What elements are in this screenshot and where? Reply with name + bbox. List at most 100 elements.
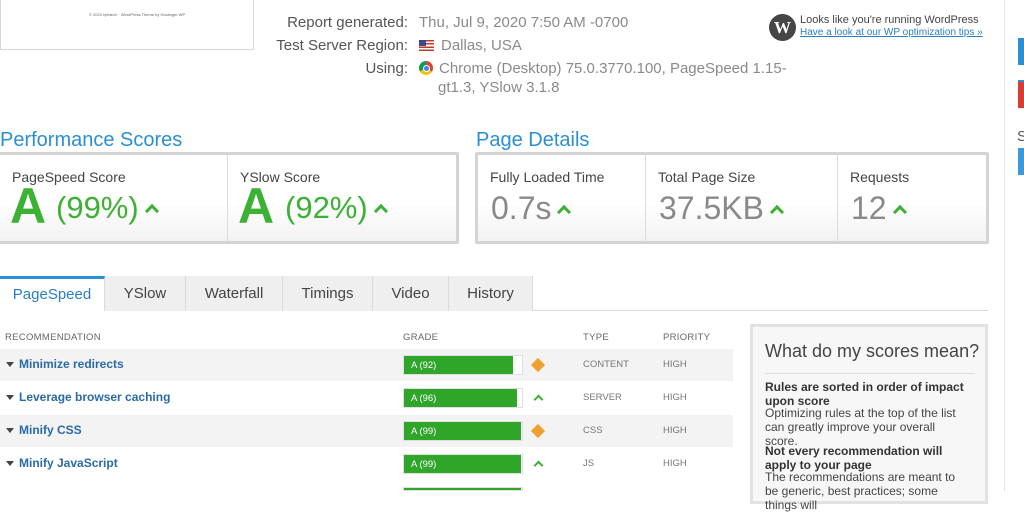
grade-label: A (96): [411, 393, 437, 404]
tab-pagespeed[interactable]: PageSpeed: [0, 276, 105, 311]
page-size-value-wrap: 37.5KB: [659, 189, 785, 227]
grade-label: A (99): [411, 426, 437, 437]
grade-bar: A (96): [403, 388, 523, 408]
help-point-1-title: Rules are sorted in order of impact upon…: [765, 380, 964, 408]
col-header-priority: PRIORITY: [663, 332, 711, 343]
arrow-up-icon: [892, 204, 907, 220]
page-details-title: Page Details: [476, 129, 590, 151]
grade-label: A (99): [411, 459, 437, 470]
requests-label: Requests: [850, 169, 910, 185]
fully-loaded-cell: Fully Loaded Time 0.7s: [478, 155, 644, 241]
requests-value: 12: [851, 190, 887, 226]
tab-waterfall[interactable]: Waterfall: [186, 276, 283, 311]
help-point-1-text: Optimizing rules at the top of the list …: [765, 406, 956, 448]
arrow-up-icon: [373, 203, 388, 219]
page-size-label: Total Page Size: [658, 169, 756, 185]
grade-bar: A (92): [403, 355, 523, 375]
expand-arrow-icon[interactable]: [6, 395, 14, 400]
region-value-wrap: Dallas, USA: [419, 37, 522, 54]
sidebar-divider: [1004, 0, 1005, 491]
table-row[interactable]: Minify JavaScript A (99) JS HIGH: [0, 448, 733, 480]
recommendation-priority: HIGH: [663, 359, 687, 370]
recommendation-type: SERVER: [583, 392, 622, 403]
tab-yslow[interactable]: YSlow: [105, 276, 186, 311]
recommendation-priority: HIGH: [663, 458, 687, 469]
side-share-button[interactable]: [1018, 38, 1024, 65]
trend-neutral-icon: [530, 423, 546, 439]
region-label: Test Server Region:: [276, 37, 408, 54]
chrome-icon: [419, 61, 433, 75]
help-point-2-text: The recommendations are meant to be gene…: [765, 470, 956, 512]
yslow-score-cell: YSlow Score A (92%): [228, 155, 456, 241]
expand-arrow-icon[interactable]: [6, 428, 14, 433]
partial-grade-bar-fill: [404, 488, 521, 490]
trend-neutral-icon: [530, 357, 546, 373]
page-size-cell: Total Page Size 37.5KB: [646, 155, 836, 241]
expand-arrow-icon[interactable]: [6, 461, 14, 466]
arrow-up-icon: [144, 203, 159, 219]
fully-loaded-value-wrap: 0.7s: [491, 189, 572, 227]
page-screenshot-thumbnail: © 2020 hpbtech · WordPress Theme by Host…: [0, 0, 254, 50]
arrow-up-icon: [557, 204, 572, 220]
yslow-percent-wrap: (92%): [285, 190, 388, 226]
col-header-grade: GRADE: [403, 332, 439, 343]
fully-loaded-value: 0.7s: [491, 190, 552, 226]
wordpress-notice: Looks like you're running WordPress: [800, 14, 979, 26]
col-header-type: TYPE: [583, 332, 610, 343]
pagespeed-percent: (99%): [56, 190, 139, 225]
expand-arrow-icon[interactable]: [6, 362, 14, 367]
using-value-line1: Chrome (Desktop) 75.0.3770.100, PageSpee…: [439, 60, 787, 77]
report-generated-label: Report generated:: [287, 14, 408, 31]
page-size-value: 37.5KB: [659, 190, 764, 226]
pagespeed-score-cell: PageSpeed Score A (99%): [0, 155, 226, 241]
region-value: Dallas, USA: [441, 37, 522, 54]
recommendation-type: JS: [583, 458, 595, 469]
wp-optimization-tips-link[interactable]: Have a look at our WP optimization tips …: [800, 27, 983, 38]
using-value-wrap: Chrome (Desktop) 75.0.3770.100, PageSpee…: [419, 60, 787, 77]
scores-help-box: What do my scores mean? Rules are sorted…: [750, 324, 988, 512]
side-panel-label: S: [1017, 128, 1024, 145]
requests-value-wrap: 12: [851, 189, 907, 227]
grade-label: A (92): [411, 360, 437, 371]
using-value-line2: gt1.3, YSlow 3.1.8: [438, 79, 560, 96]
scores-help-inner: What do my scores mean? Rules are sorted…: [753, 327, 985, 512]
us-flag-icon: [419, 40, 434, 51]
pagespeed-grade: A: [10, 178, 47, 234]
page-details-panel: Fully Loaded Time 0.7s Total Page Size 3…: [475, 152, 989, 244]
thumbnail-caption: © 2020 hpbtech · WordPress Theme by Host…: [89, 12, 186, 17]
tab-history[interactable]: History: [449, 276, 533, 311]
table-row[interactable]: Minify CSS A (99) CSS HIGH: [0, 415, 733, 447]
trend-up-icon: [533, 394, 544, 405]
trend-up-icon: [533, 460, 544, 471]
help-point-2-title: Not every recommendation will apply to y…: [765, 444, 943, 472]
table-row[interactable]: Leverage browser caching A (96) SERVER HIGH: [0, 382, 733, 414]
requests-cell: Requests 12: [838, 155, 986, 241]
using-label: Using:: [365, 60, 408, 77]
help-divider: [765, 373, 975, 374]
tab-timings[interactable]: Timings: [283, 276, 373, 311]
performance-scores-panel: PageSpeed Score A (99%) YSlow Score A (9…: [0, 152, 459, 244]
col-header-recommendation: RECOMMENDATION: [5, 332, 101, 343]
partial-grade-bar: [403, 487, 523, 491]
grade-bar: A (99): [403, 421, 523, 441]
table-row[interactable]: Minimize redirects A (92) CONTENT HIGH: [0, 349, 733, 381]
tab-video[interactable]: Video: [373, 276, 449, 311]
recommendation-name[interactable]: Leverage browser caching: [19, 390, 170, 404]
help-title: What do my scores mean?: [765, 341, 980, 361]
recommendation-name[interactable]: Minify JavaScript: [19, 456, 118, 470]
side-share-button[interactable]: [1018, 148, 1024, 175]
arrow-up-icon: [769, 204, 785, 220]
recommendation-name[interactable]: Minimize redirects: [19, 357, 124, 371]
recommendation-type: CSS: [583, 425, 603, 436]
yslow-grade: A: [238, 178, 275, 234]
wordpress-logo-icon: W: [769, 14, 796, 41]
recommendation-name[interactable]: Minify CSS: [19, 423, 82, 437]
yslow-percent: (92%): [285, 190, 368, 225]
recommendation-type: CONTENT: [583, 359, 629, 370]
side-share-button[interactable]: [1018, 82, 1024, 108]
grade-bar: A (99): [403, 454, 523, 474]
report-generated-value: Thu, Jul 9, 2020 7:50 AM -0700: [419, 14, 629, 31]
performance-scores-title: Performance Scores: [0, 129, 183, 151]
fully-loaded-label: Fully Loaded Time: [490, 169, 605, 185]
recommendation-priority: HIGH: [663, 392, 687, 403]
